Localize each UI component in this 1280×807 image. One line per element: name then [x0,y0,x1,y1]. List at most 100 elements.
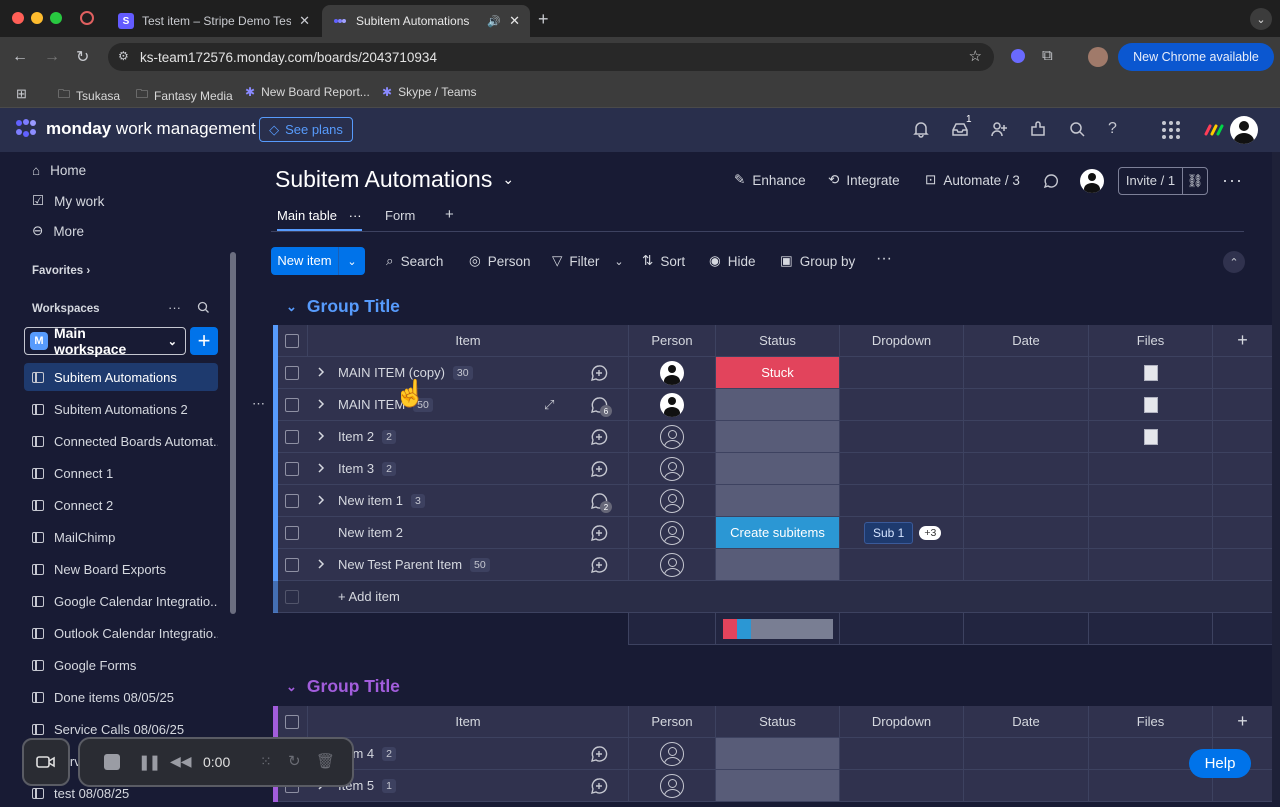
chevron-down-icon[interactable]: ⌄ [339,255,365,268]
files-cell[interactable] [1088,389,1212,420]
item-updates-icon[interactable]: 2 [590,492,612,513]
item-name[interactable]: Item 2 2 [338,421,396,452]
files-cell[interactable] [1088,453,1212,484]
files-cell[interactable] [1088,357,1212,388]
status-cell[interactable] [715,549,839,580]
tab-search-icon[interactable]: ⌄ [1250,8,1272,30]
tab-form[interactable]: Form [385,208,415,223]
board-menu-icon[interactable]: ··· [1222,170,1243,191]
chevron-down-icon[interactable]: ⌄ [286,679,297,695]
pause-icon[interactable]: ❚❚ [138,753,161,771]
sidebar-board-item[interactable]: MailChimp [24,523,218,551]
bookmark-new-board-report[interactable]: ✱ New Board Report... [245,85,370,99]
sidebar-board-item[interactable]: Subitem Automations 2 [24,395,218,423]
item-updates-icon[interactable] [590,556,608,574]
recorder-camera-button[interactable] [22,738,70,786]
enhance-button[interactable]: ✎ Enhance [734,172,806,188]
add-item-input[interactable]: + Add item [338,581,400,612]
person-filter-button[interactable]: ◎ Person [469,253,531,269]
speaker-icon[interactable]: 🔊 [487,15,501,28]
dropdown-cell[interactable] [839,738,963,769]
date-cell[interactable] [963,485,1088,516]
item-updates-icon[interactable] [590,524,608,542]
sidebar-board-item[interactable]: Google Forms [24,651,218,679]
bookmark-skype-teams[interactable]: ✱ Skype / Teams [382,85,477,99]
more-toolbar-icon[interactable]: ··· [876,250,892,268]
table-row[interactable]: Item 51 [273,770,1272,802]
item-updates-icon[interactable] [590,745,608,763]
date-cell[interactable] [963,549,1088,580]
person-avatar-icon[interactable] [660,741,684,766]
row-checkbox[interactable] [285,430,299,444]
expand-subitems-chevron-icon[interactable] [316,367,326,377]
person-cell[interactable] [628,549,715,580]
dropdown-cell[interactable] [839,453,963,484]
bookmark-star-icon[interactable]: ☆ [969,47,982,65]
workspace-selector[interactable]: M Main workspace ⌄ [24,325,186,357]
invite-members-icon[interactable] [990,120,1010,140]
address-bar[interactable]: ⚙ ks-team172576.monday.com/boards/204371… [108,43,994,71]
person-avatar-icon[interactable] [660,456,684,481]
integrate-button[interactable]: ⟲ Integrate [828,172,900,188]
minimize-window-button[interactable] [31,12,43,24]
item-updates-icon[interactable] [590,460,608,478]
dropdown-cell[interactable] [839,389,963,420]
monday-products-icon[interactable] [1204,122,1224,136]
expand-subitems-chevron-icon[interactable] [316,559,326,569]
help-button[interactable]: Help [1189,749,1251,778]
person-cell[interactable] [628,453,715,484]
nav-more[interactable]: ⊖ More [32,223,84,239]
chevron-down-icon[interactable]: ⌄ [286,299,297,315]
item-name[interactable]: New Test Parent Item 50 [338,549,490,580]
files-cell[interactable] [1088,421,1212,452]
zoom-window-button[interactable] [50,12,62,24]
dropdown-cell[interactable] [839,549,963,580]
delete-icon[interactable]: 🗑 [316,752,335,770]
add-view-button[interactable]: + [445,206,454,223]
sidebar-scrollbar[interactable] [230,252,236,614]
invite-button[interactable]: Invite / 1 ⛓ [1118,167,1208,195]
profile-avatar[interactable] [1088,47,1108,67]
files-cell[interactable] [1088,549,1212,580]
back-icon[interactable]: ← [12,48,28,66]
product-switcher-grid-icon[interactable] [1161,120,1181,140]
status-cell[interactable] [715,389,839,420]
select-all-checkbox[interactable] [285,715,299,729]
date-cell[interactable] [963,738,1088,769]
status-cell[interactable]: Stuck [715,357,839,388]
see-plans-button[interactable]: ◇ See plans [259,117,353,142]
main-scrollbar[interactable] [1272,152,1280,800]
collapse-header-icon[interactable]: ⌃ [1223,251,1245,273]
person-cell[interactable] [628,517,715,548]
date-cell[interactable] [963,357,1088,388]
row-options-icon[interactable]: ⋯ [252,396,265,412]
close-window-button[interactable] [12,12,24,24]
add-column-button[interactable]: + [1212,325,1272,356]
row-checkbox[interactable] [285,366,299,380]
stop-recording-icon[interactable] [104,754,120,770]
help-icon[interactable]: ? [1108,120,1128,140]
sidebar-board-item[interactable]: Outlook Calendar Integratio... [24,619,218,647]
sidebar-board-item[interactable]: Connect 2 [24,491,218,519]
file-thumbnail-icon[interactable] [1143,396,1158,413]
item-name[interactable]: New item 2 [338,517,403,548]
filter-button[interactable]: ▽ Filter ⌄ [552,253,624,269]
item-updates-icon[interactable]: 6 [590,396,612,417]
person-cell[interactable] [628,421,715,452]
item-updates-icon[interactable] [590,777,608,795]
group-by-button[interactable]: ▣ Group by [780,253,855,269]
favorites-section[interactable]: Favorites › [32,265,90,277]
add-to-workspace-button[interactable]: + [190,327,218,355]
dropdown-cell[interactable] [839,357,963,388]
nav-home[interactable]: ⌂ Home [32,163,86,178]
date-cell[interactable] [963,453,1088,484]
nav-my-work[interactable]: ☑ My work [32,193,104,209]
automate-button[interactable]: ⊡ Automate / 3 [925,172,1020,188]
dropdown-cell[interactable] [839,770,963,801]
expand-subitems-chevron-icon[interactable] [316,495,326,505]
person-cell[interactable] [628,738,715,769]
sidebar-board-item[interactable]: Connected Boards Automat... [24,427,218,455]
dropdown-cell[interactable]: Sub 1 +3 [839,517,963,548]
expand-subitems-chevron-icon[interactable] [316,463,326,473]
person-avatar-icon[interactable] [660,552,684,577]
